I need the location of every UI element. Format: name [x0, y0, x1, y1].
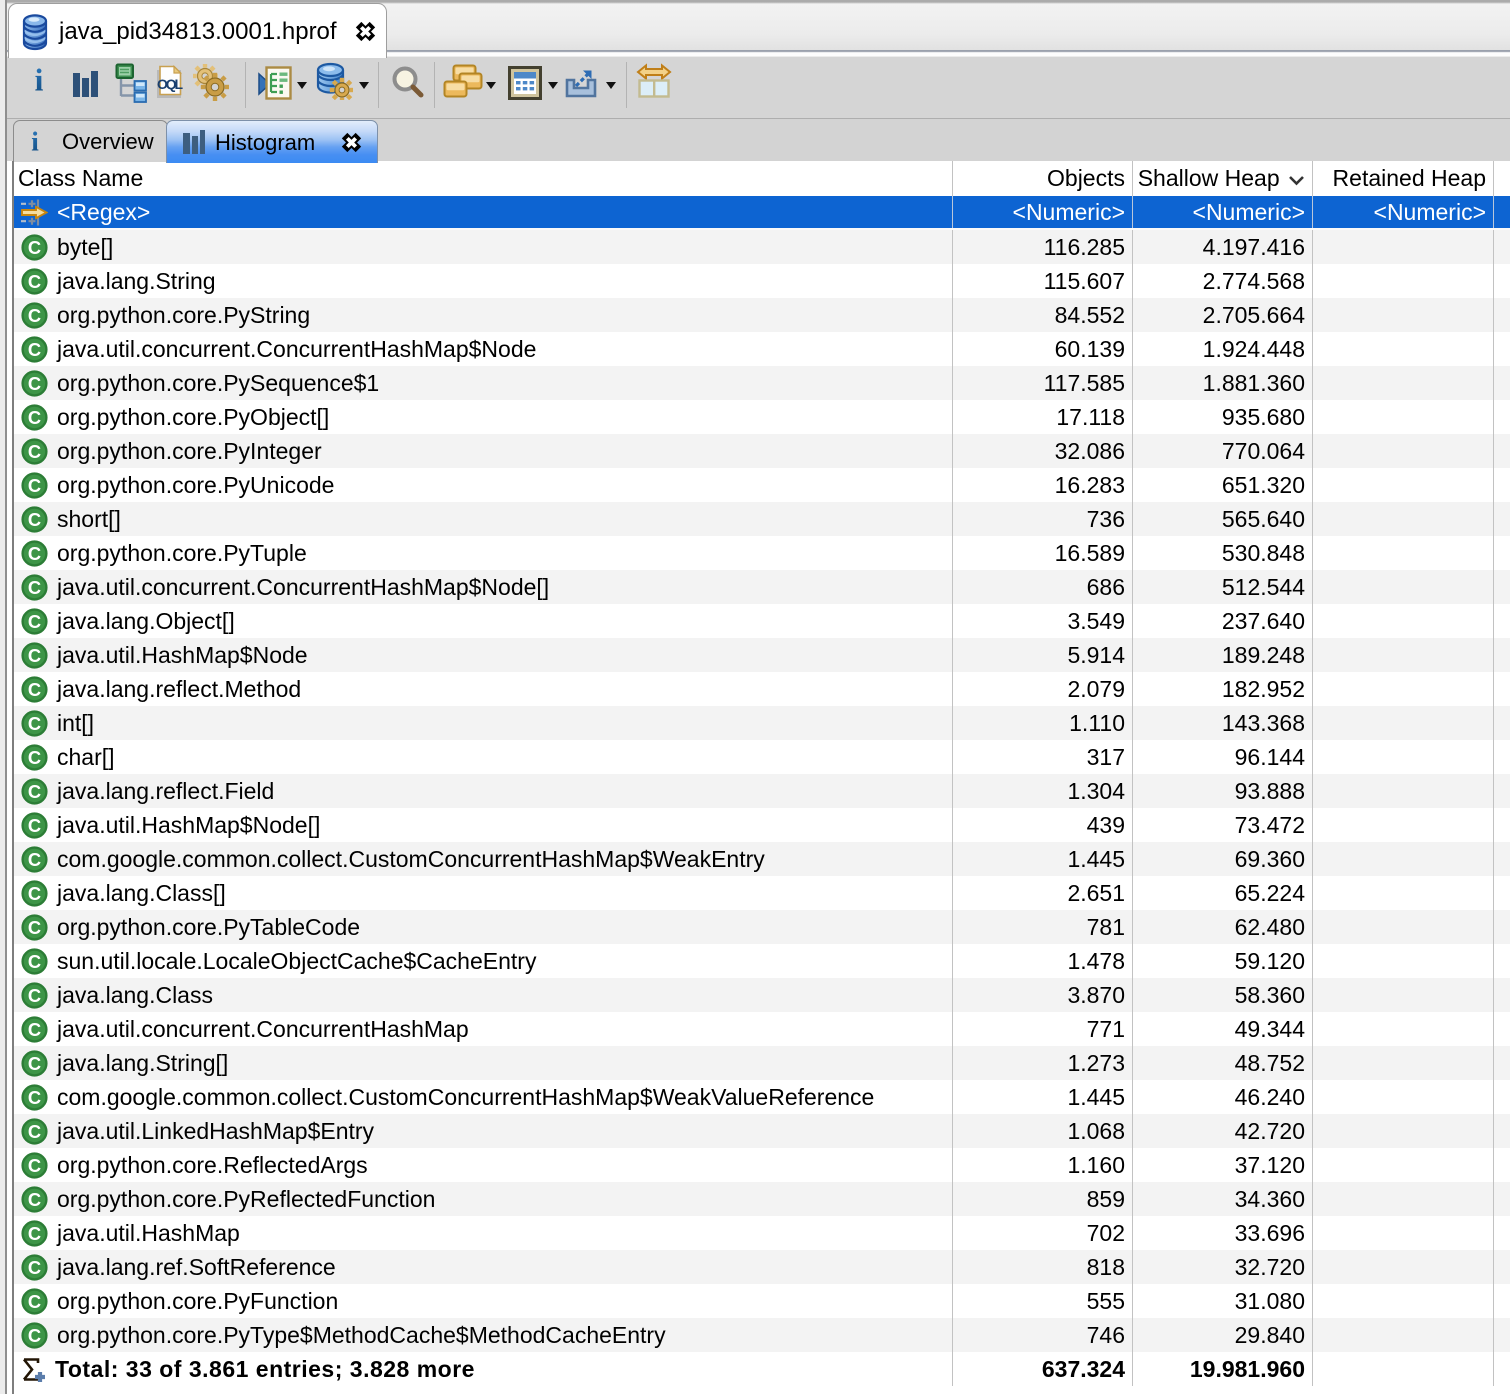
- svg-text:C: C: [28, 1087, 41, 1108]
- svg-text:C: C: [28, 1053, 41, 1074]
- svg-text:C: C: [28, 985, 41, 1006]
- svg-text:C: C: [28, 305, 41, 326]
- svg-text:C: C: [28, 271, 41, 292]
- svg-text:C: C: [28, 1291, 41, 1312]
- svg-text:C: C: [28, 441, 41, 462]
- svg-text:C: C: [28, 883, 41, 904]
- svg-text:C: C: [28, 475, 41, 496]
- svg-text:C: C: [28, 951, 41, 972]
- svg-text:C: C: [28, 917, 41, 938]
- svg-text:C: C: [28, 815, 41, 836]
- svg-text:i: i: [35, 66, 44, 96]
- svg-text:C: C: [28, 1155, 41, 1176]
- svg-text:C: C: [28, 373, 41, 394]
- svg-text:OQL: OQL: [157, 76, 183, 92]
- svg-text:C: C: [28, 1019, 41, 1040]
- svg-text:C: C: [28, 407, 41, 428]
- svg-text:C: C: [28, 509, 41, 530]
- svg-text:C: C: [28, 849, 41, 870]
- svg-text:C: C: [28, 1189, 41, 1210]
- svg-text:C: C: [28, 611, 41, 632]
- svg-text:C: C: [28, 237, 41, 258]
- svg-text:C: C: [28, 577, 41, 598]
- svg-text:C: C: [28, 1121, 41, 1142]
- svg-text:C: C: [28, 679, 41, 700]
- svg-text:C: C: [28, 339, 41, 360]
- svg-text:C: C: [28, 1223, 41, 1244]
- svg-text:C: C: [28, 747, 41, 768]
- svg-text:C: C: [28, 1325, 41, 1346]
- svg-text:C: C: [28, 543, 41, 564]
- svg-text:C: C: [28, 713, 41, 734]
- svg-text:i: i: [31, 129, 39, 155]
- svg-text:C: C: [28, 645, 41, 666]
- svg-text:C: C: [28, 781, 41, 802]
- svg-text:C: C: [28, 1257, 41, 1278]
